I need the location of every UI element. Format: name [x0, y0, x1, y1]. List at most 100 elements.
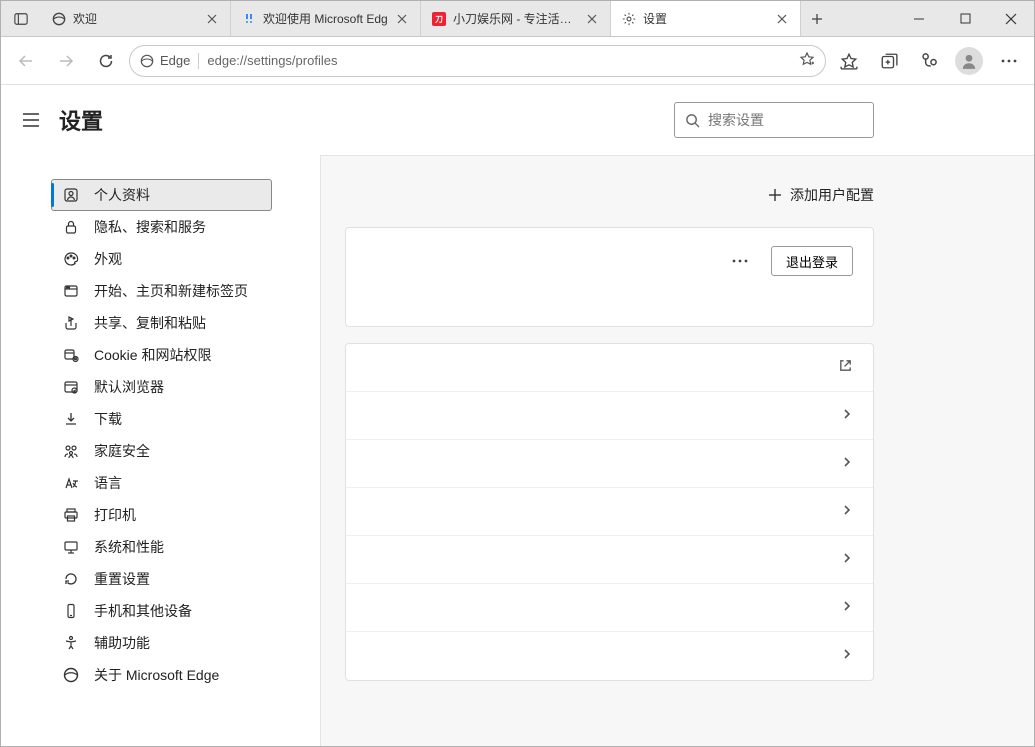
page-title: 设置 — [59, 104, 103, 136]
nav-label: 重置设置 — [94, 569, 150, 589]
nav-item-share[interactable]: 共享、复制和粘贴 — [51, 307, 272, 339]
nav-item-system[interactable]: 系统和性能 — [51, 531, 272, 563]
phone-icon — [62, 602, 80, 620]
profile-button[interactable] — [952, 44, 986, 78]
tab-xiaodao[interactable]: 刀 小刀娱乐网 - 专注活动… — [421, 1, 611, 36]
tab-close-button[interactable] — [204, 11, 220, 27]
nav-label: 打印机 — [94, 505, 136, 525]
menu-toggle-button[interactable] — [15, 104, 47, 136]
nav-item-profile[interactable]: 个人资料 — [51, 179, 272, 211]
settings-row[interactable] — [346, 632, 873, 680]
minimize-button[interactable] — [896, 1, 942, 37]
maximize-button[interactable] — [942, 1, 988, 37]
nav-label: 隐私、搜索和服务 — [94, 217, 206, 237]
settings-row[interactable] — [346, 488, 873, 536]
svg-text:刀: 刀 — [435, 15, 443, 24]
tab-welcome[interactable]: 欢迎 — [41, 1, 231, 36]
tab-label: 小刀娱乐网 - 专注活动… — [453, 10, 578, 27]
nav-item-privacy[interactable]: 隐私、搜索和服务 — [51, 211, 272, 243]
accessibility-icon — [62, 634, 80, 652]
settings-row[interactable] — [346, 392, 873, 440]
nav-label: 开始、主页和新建标签页 — [94, 281, 248, 301]
nav-item-default-browser[interactable]: 默认浏览器 — [51, 371, 272, 403]
favorites-button[interactable] — [832, 44, 866, 78]
forward-button[interactable] — [49, 44, 83, 78]
tab-actions-button[interactable] — [1, 1, 41, 36]
tab-actions-icon — [14, 12, 28, 26]
site-icon: 刀 — [431, 11, 447, 27]
settings-row[interactable] — [346, 536, 873, 584]
url-text: edge://settings/profiles — [207, 53, 791, 68]
tab-edge-welcome[interactable]: 欢迎使用 Microsoft Edg — [231, 1, 421, 36]
settings-page: 设置 搜索设置 个人资料隐私、搜索和服务外观开始、主页和新建标签页共享、复制和粘… — [1, 85, 1034, 746]
tab-close-button[interactable] — [774, 11, 790, 27]
nav-item-family[interactable]: 家庭安全 — [51, 435, 272, 467]
nav-label: 家庭安全 — [94, 441, 150, 461]
nav-label: 个人资料 — [94, 185, 150, 205]
default-browser-icon — [62, 378, 80, 396]
window-controls — [896, 1, 1034, 36]
nav-item-about[interactable]: 关于 Microsoft Edge — [51, 659, 272, 691]
nav-item-phone[interactable]: 手机和其他设备 — [51, 595, 272, 627]
search-placeholder: 搜索设置 — [708, 110, 764, 130]
downloads-icon — [62, 410, 80, 428]
languages-icon — [62, 474, 80, 492]
tab-settings[interactable]: 设置 — [611, 1, 801, 36]
close-window-button[interactable] — [988, 1, 1034, 37]
collections-button[interactable] — [872, 44, 906, 78]
nav-label: 辅助功能 — [94, 633, 150, 653]
nav-item-start[interactable]: 开始、主页和新建标签页 — [51, 275, 272, 307]
tab-close-button[interactable] — [394, 11, 410, 27]
chevron-right-icon — [841, 455, 853, 473]
tabs-area: 欢迎 欢迎使用 Microsoft Edg 刀 小刀娱乐网 - 专注活动… 设置 — [1, 1, 896, 36]
gear-icon — [621, 11, 637, 27]
avatar-icon — [955, 47, 983, 75]
privacy-icon — [62, 218, 80, 236]
profile-settings-list — [345, 343, 874, 681]
settings-search-input[interactable]: 搜索设置 — [674, 102, 874, 138]
nav-item-cookies[interactable]: Cookie 和网站权限 — [51, 339, 272, 371]
extensions-button[interactable] — [912, 44, 946, 78]
nav-item-downloads[interactable]: 下载 — [51, 403, 272, 435]
printers-icon — [62, 506, 80, 524]
cookies-icon — [62, 346, 80, 364]
search-icon — [685, 113, 700, 128]
tab-label: 设置 — [643, 10, 768, 27]
settings-row[interactable] — [346, 440, 873, 488]
nav-item-printers[interactable]: 打印机 — [51, 499, 272, 531]
sign-out-button[interactable]: 退出登录 — [771, 246, 853, 276]
start-icon — [62, 282, 80, 300]
nav-label: 共享、复制和粘贴 — [94, 313, 206, 333]
settings-row[interactable] — [346, 344, 873, 392]
family-icon — [62, 442, 80, 460]
toolbar: Edge edge://settings/profiles — [1, 37, 1034, 85]
share-icon — [62, 314, 80, 332]
edge-color-icon — [241, 11, 257, 27]
settings-nav: 个人资料隐私、搜索和服务外观开始、主页和新建标签页共享、复制和粘贴 Cookie … — [1, 155, 321, 746]
plus-icon — [768, 188, 782, 202]
profile-more-button[interactable] — [725, 246, 755, 276]
chevron-right-icon — [841, 647, 853, 665]
favorites-star-button[interactable] — [799, 51, 815, 70]
nav-label: 系统和性能 — [94, 537, 164, 557]
new-tab-button[interactable] — [801, 1, 833, 36]
add-profile-label: 添加用户配置 — [790, 185, 874, 205]
nav-item-languages[interactable]: 语言 — [51, 467, 272, 499]
nav-item-reset[interactable]: 重置设置 — [51, 563, 272, 595]
settings-main: 添加用户配置 退出登录 — [321, 155, 1034, 746]
nav-item-appearance[interactable]: 外观 — [51, 243, 272, 275]
back-button[interactable] — [9, 44, 43, 78]
edge-icon — [140, 54, 154, 68]
refresh-button[interactable] — [89, 44, 123, 78]
tab-close-button[interactable] — [584, 11, 600, 27]
settings-row[interactable] — [346, 584, 873, 632]
more-menu-button[interactable] — [992, 44, 1026, 78]
add-profile-button[interactable]: 添加用户配置 — [345, 179, 874, 227]
site-identity[interactable]: Edge — [140, 53, 190, 68]
titlebar: 欢迎 欢迎使用 Microsoft Edg 刀 小刀娱乐网 - 专注活动… 设置 — [1, 1, 1034, 37]
address-bar[interactable]: Edge edge://settings/profiles — [129, 45, 826, 77]
system-icon — [62, 538, 80, 556]
chevron-right-icon — [841, 503, 853, 521]
edge-icon — [51, 11, 67, 27]
nav-item-accessibility[interactable]: 辅助功能 — [51, 627, 272, 659]
